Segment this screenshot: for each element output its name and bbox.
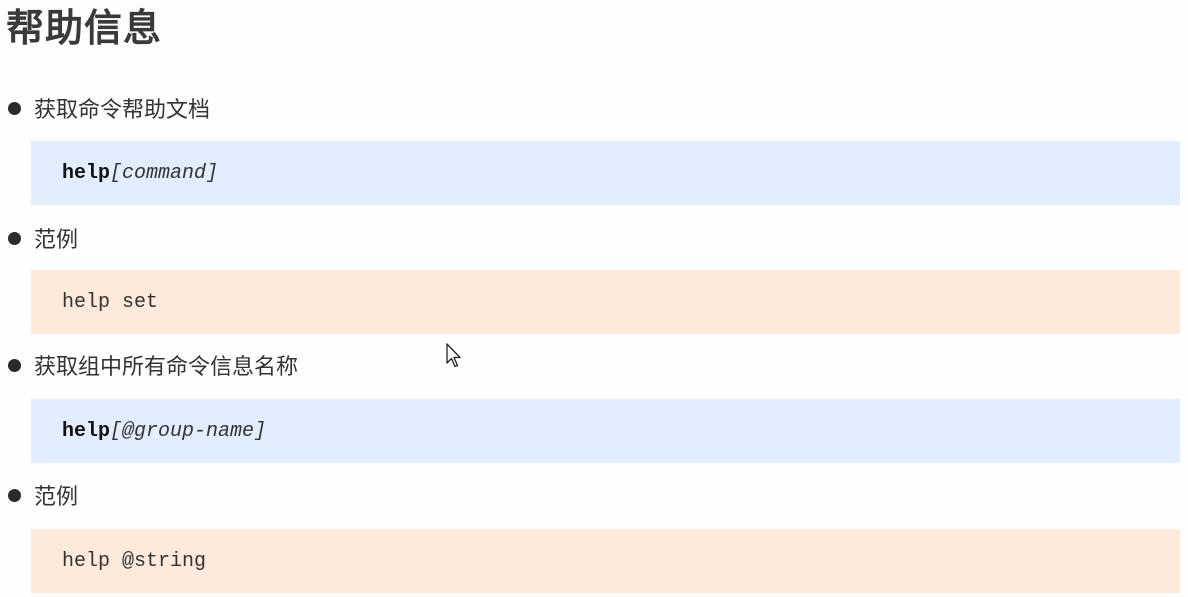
page-title: 帮助信息 xyxy=(6,6,163,50)
code-block-help-command: help [command] xyxy=(31,141,1180,205)
code-block-help-string: help @string xyxy=(31,529,1180,593)
bullet-icon xyxy=(8,488,21,502)
list-item-label: 获取组中所有命令信息名称 xyxy=(34,355,299,380)
code-block-help-group: help [@group-name] xyxy=(31,399,1180,463)
list-item-label: 范例 xyxy=(34,228,79,253)
code-text: help @string xyxy=(62,549,207,573)
list-item-label: 获取命令帮助文档 xyxy=(34,98,211,123)
list-item-get-group-commands: 获取组中所有命令信息名称 xyxy=(8,351,299,380)
code-block-help-set: help set xyxy=(31,270,1180,334)
list-item-example-2: 范例 xyxy=(8,481,79,510)
code-text: help set xyxy=(62,290,159,314)
bullet-icon xyxy=(8,358,21,372)
list-item-label: 范例 xyxy=(34,485,79,510)
code-argument: [@group-name] xyxy=(110,419,267,443)
code-keyword: help xyxy=(62,161,111,185)
list-item-get-help-doc: 获取命令帮助文档 xyxy=(8,94,211,123)
bullet-icon xyxy=(8,101,21,115)
mouse-pointer-icon xyxy=(446,343,461,368)
code-keyword: help xyxy=(62,419,111,443)
list-item-example-1: 范例 xyxy=(8,224,79,253)
code-argument: [command] xyxy=(110,161,219,185)
bullet-icon xyxy=(8,231,21,245)
